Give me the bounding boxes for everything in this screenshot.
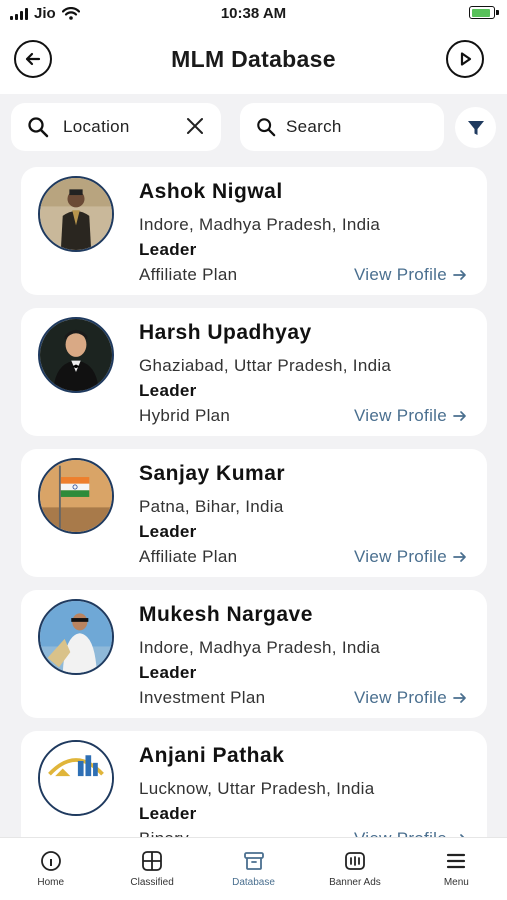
search-icon [256,117,276,137]
page-title: MLM Database [171,46,336,72]
play-icon [460,52,472,66]
member-role: Leader [139,663,197,682]
battery-icon [469,6,499,19]
ad-icon [345,852,365,870]
grid-icon [142,851,163,871]
member-location: Indore, Madhya Pradesh, India [139,638,381,657]
nav-label: Banner Ads [329,877,381,888]
member-name: Sanjay Kumar [139,462,286,485]
nav-label: Classified [130,877,174,888]
nav-menu[interactable]: Menu [406,838,507,900]
search-row: Location Search [0,103,507,153]
avatar [38,176,114,252]
member-card[interactable]: Ashok Nigwal Indore, Madhya Pradesh, Ind… [21,167,487,295]
member-list: Ashok Nigwal Indore, Madhya Pradesh, Ind… [0,167,507,837]
arrow-right-icon [453,693,466,703]
nav-classified[interactable]: Classified [101,838,202,900]
member-plan: Binary [139,829,189,837]
bottom-nav: Home Classified Database Banner Ads Menu [0,837,507,900]
search-placeholder: Search [286,117,342,136]
member-location: Patna, Bihar, India [139,497,284,516]
app-header: MLM Database [0,28,507,94]
view-profile-label: View Profile [353,406,447,425]
view-profile-link[interactable]: View Profile [354,265,467,285]
member-name: Harsh Upadhyay [139,321,312,344]
location-value: Location [63,117,130,136]
member-role: Leader [139,240,197,259]
member-plan: Affiliate Plan [139,265,238,284]
close-icon[interactable] [185,116,205,136]
view-profile-label: View Profile [353,547,447,566]
search-input[interactable]: Search [240,103,444,151]
view-profile-link[interactable]: View Profile [354,406,467,426]
status-time: 10:38 AM [220,5,287,22]
search-icon [27,116,49,138]
arrow-right-icon [453,552,466,562]
member-card[interactable]: Anjani Pathak Lucknow, Uttar Pradesh, In… [21,731,487,837]
play-button[interactable] [446,40,484,78]
view-profile-link[interactable]: View Profile [354,829,467,837]
menu-icon [447,853,466,869]
arrow-right-icon [453,411,466,421]
avatar [38,317,114,393]
avatar [38,458,114,534]
member-role: Leader [139,381,197,400]
member-card[interactable]: Mukesh Nargave Indore, Madhya Pradesh, I… [21,590,487,718]
member-card[interactable]: Sanjay Kumar Patna, Bihar, India Leader … [21,449,487,577]
home-icon [40,851,61,871]
member-name: Mukesh Nargave [139,603,313,626]
location-input[interactable]: Location [11,103,221,151]
view-profile-label: View Profile [353,265,447,284]
member-name: Ashok Nigwal [139,180,283,203]
member-location: Ghaziabad, Uttar Pradesh, India [139,356,392,375]
status-bar: Jio 10:38 AM [0,0,507,28]
member-plan: Hybrid Plan [139,406,231,425]
member-location: Indore, Madhya Pradesh, India [139,215,381,234]
view-profile-label: View Profile [353,688,447,707]
member-name: Anjani Pathak [139,744,285,767]
app-screen: Jio 10:38 AM MLM Database Location Searc… [0,0,507,900]
nav-label: Menu [443,877,469,888]
arrow-right-icon [453,270,466,280]
member-location: Lucknow, Uttar Pradesh, India [139,779,375,798]
archive-icon [243,852,264,870]
nav-banner-ads[interactable]: Banner Ads [304,838,405,900]
nav-home[interactable]: Home [0,838,101,900]
funnel-icon [467,120,484,135]
nav-label: Database [232,877,275,888]
member-role: Leader [139,522,197,541]
member-plan: Affiliate Plan [139,547,238,566]
view-profile-link[interactable]: View Profile [354,547,467,567]
member-plan: Investment Plan [139,688,266,707]
avatar [38,599,114,675]
filter-button[interactable] [455,107,496,148]
nav-database[interactable]: Database [203,838,304,900]
member-card[interactable]: Harsh Upadhyay Ghaziabad, Uttar Pradesh,… [21,308,487,436]
view-profile-link[interactable]: View Profile [354,688,467,708]
nav-label: Home [37,877,65,888]
member-role: Leader [139,804,197,823]
view-profile-label: View Profile [354,829,447,837]
avatar [38,740,114,816]
